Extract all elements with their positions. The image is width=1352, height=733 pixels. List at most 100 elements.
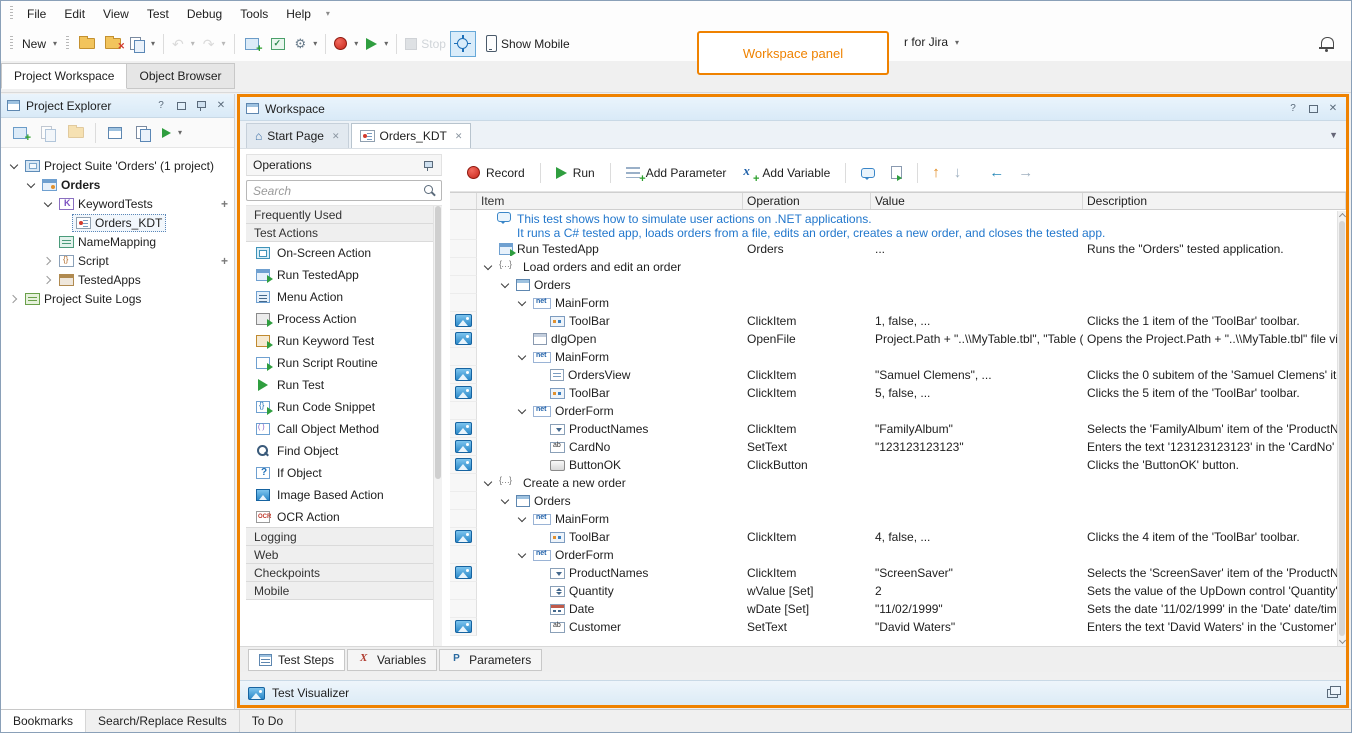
tab-bookmarks[interactable]: Bookmarks (1, 710, 86, 732)
tree-item-orders-kdt[interactable]: Orders_KDT (1, 213, 234, 232)
visualizer-thumbnail-icon[interactable] (455, 566, 472, 579)
operation-ocr-action[interactable]: OCR Action (246, 506, 442, 528)
row-dlgopen[interactable]: dlgOpenOpenFileProject.Path + "..\\MyTab… (450, 330, 1346, 348)
operations-category-frequently-used[interactable]: Frequently Used (246, 205, 442, 224)
toolbar-grip[interactable] (66, 36, 69, 51)
tab-search-replace-results[interactable]: Search/Replace Results (86, 710, 240, 732)
expand-chevron-icon[interactable] (515, 404, 529, 418)
open-file-button[interactable] (74, 31, 100, 57)
tree-item-namemapping[interactable]: NameMapping (1, 232, 234, 251)
expand-chevron-icon[interactable] (515, 350, 529, 364)
expand-chevron-icon[interactable] (498, 278, 512, 292)
close-panel-icon[interactable]: ✕ (214, 99, 228, 113)
expand-chevron-icon[interactable] (41, 254, 55, 268)
menu-help[interactable]: Help (277, 4, 320, 24)
test-visualizer-bar[interactable]: Test Visualizer (240, 680, 1346, 705)
row-quantity[interactable]: QuantitywValue [Set]2Sets the value of t… (450, 582, 1346, 600)
visualizer-thumbnail-icon[interactable] (455, 620, 472, 633)
grid-scrollbar[interactable] (1337, 211, 1346, 646)
expand-chevron-icon[interactable] (498, 494, 512, 508)
notifications-bell-icon[interactable] (1319, 36, 1335, 53)
add-parameter-button[interactable]: Add Parameter (621, 163, 732, 183)
menu-view[interactable]: View (94, 4, 138, 24)
object-spy-button[interactable] (450, 31, 476, 57)
row-toolbar[interactable]: ToolBarClickItem1, false, ...Clicks the … (450, 312, 1346, 330)
row-customer[interactable]: CustomerSetText"David Waters"Enters the … (450, 618, 1346, 636)
scrollbar-thumb[interactable] (1339, 221, 1345, 636)
add-project-item-button[interactable] (7, 120, 33, 146)
show-mobile-screen-button[interactable]: Show Mobile (482, 31, 574, 57)
tree-item-testedapps[interactable]: TestedApps (1, 270, 234, 289)
tree-item-script[interactable]: Script+ (1, 251, 234, 270)
operation-run-test[interactable]: Run Test (246, 374, 442, 396)
row-buttonok[interactable]: ButtonOKClickButtonClicks the 'ButtonOK'… (450, 456, 1346, 474)
add-existing-item-button[interactable] (35, 120, 61, 146)
visualizer-thumbnail-icon[interactable] (455, 386, 472, 399)
row-orders[interactable]: Orders (450, 492, 1346, 510)
redo-button[interactable]: ↷▾ (199, 31, 230, 57)
move-down-button[interactable]: ↓ (950, 165, 966, 180)
column-header-operation[interactable]: Operation (743, 193, 871, 209)
column-header-description[interactable]: Description (1083, 193, 1346, 209)
operation-if-object[interactable]: If Object (246, 462, 442, 484)
scroll-down-icon[interactable] (1339, 637, 1346, 644)
row-mainform[interactable]: MainForm (450, 510, 1346, 528)
add-comment-button[interactable] (856, 165, 880, 181)
run-button[interactable]: Run (551, 163, 600, 183)
visualizer-thumbnail-icon[interactable] (455, 440, 472, 453)
row-date[interactable]: DatewDate [Set]"11/02/1999"Sets the date… (450, 600, 1346, 618)
operation-run-script-routine[interactable]: Run Script Routine (246, 352, 442, 374)
close-tab-icon[interactable]: ✕ (332, 131, 340, 142)
column-header-item[interactable]: Item (477, 193, 743, 209)
operations-category-logging[interactable]: Logging (246, 527, 442, 546)
move-up-button[interactable]: ↑ (928, 165, 944, 180)
panel-splitter[interactable] (442, 154, 450, 646)
add-variable-button[interactable]: Add Variable (737, 163, 835, 183)
operation-on-screen-action[interactable]: On-Screen Action (246, 242, 442, 264)
jira-integration-button[interactable]: r for Jira▾ (904, 35, 959, 49)
operation-image-based-action[interactable]: Image Based Action (246, 484, 442, 506)
add-button[interactable]: + (221, 197, 228, 211)
run-project-button[interactable]: ▾ (158, 120, 186, 146)
tree-item-project-suite-orders-1-project[interactable]: Project Suite 'Orders' (1 project) (1, 156, 234, 175)
add-description-button[interactable] (886, 163, 907, 182)
close-file-button[interactable] (100, 31, 126, 57)
expand-chevron-icon[interactable] (41, 273, 55, 287)
close-panel-icon[interactable]: ✕ (1326, 102, 1340, 116)
visualizer-thumbnail-icon[interactable] (455, 314, 472, 327)
visualizer-thumbnail-icon[interactable] (455, 458, 472, 471)
open-item-button[interactable] (63, 120, 89, 146)
menu-tools[interactable]: Tools (231, 4, 277, 24)
toolbar-grip[interactable] (10, 36, 13, 51)
menu-overflow-chevron[interactable]: ▾ (326, 9, 330, 18)
operations-scrollbar[interactable] (433, 206, 442, 646)
search-icon[interactable] (424, 185, 436, 197)
close-tab-icon[interactable]: ✕ (455, 131, 463, 142)
expand-chevron-icon[interactable] (7, 292, 21, 306)
tree-item-project-suite-logs[interactable]: Project Suite Logs (1, 289, 234, 308)
operation-process-action[interactable]: Process Action (246, 308, 442, 330)
scroll-up-icon[interactable] (1339, 213, 1346, 220)
indent-button[interactable]: → (1014, 165, 1037, 180)
row-productnames[interactable]: ProductNamesClickItem"FamilyAlbum"Select… (450, 420, 1346, 438)
help-icon[interactable]: ? (154, 99, 168, 113)
tab-test-steps[interactable]: Test Steps (248, 649, 345, 671)
operation-run-testedapp[interactable]: Run TestedApp (246, 264, 442, 286)
menu-debug[interactable]: Debug (178, 4, 231, 24)
expand-chevron-icon[interactable] (24, 178, 38, 192)
add-button[interactable]: + (221, 254, 228, 268)
row-toolbar[interactable]: ToolBarClickItem4, false, ...Clicks the … (450, 528, 1346, 546)
stop-button[interactable]: Stop (401, 31, 450, 57)
row-create-a-new-order[interactable]: Create a new order (450, 474, 1346, 492)
run-test-button[interactable]: ▾ (362, 31, 392, 57)
tab-variables[interactable]: Variables (347, 649, 437, 671)
float-panel-icon[interactable] (174, 99, 188, 113)
row-toolbar[interactable]: ToolBarClickItem5, false, ...Clicks the … (450, 384, 1346, 402)
tools-options-button[interactable]: ⚙▾ (291, 31, 322, 57)
operation-menu-action[interactable]: Menu Action (246, 286, 442, 308)
operations-category-web[interactable]: Web (246, 545, 442, 564)
row-orders[interactable]: Orders (450, 276, 1346, 294)
undo-button[interactable]: ↶▾ (168, 31, 199, 57)
operations-category-test-actions[interactable]: Test Actions (246, 223, 442, 242)
tab-object-browser[interactable]: Object Browser (127, 63, 234, 89)
